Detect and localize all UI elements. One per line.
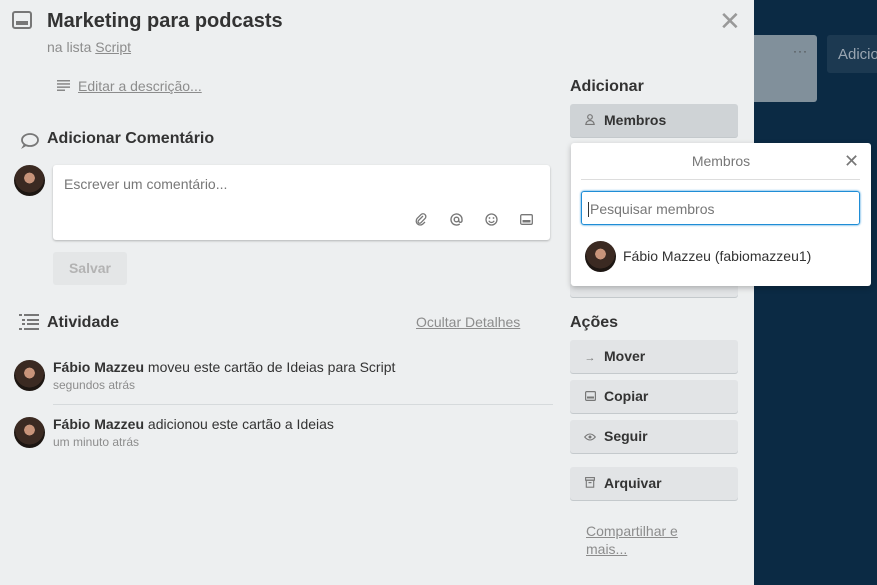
person-icon (584, 114, 596, 128)
activity-time[interactable]: um minuto atrás (53, 435, 139, 449)
close-icon[interactable]: ✕ (719, 8, 741, 34)
in-list-prefix: na lista (47, 39, 92, 55)
share-more-link[interactable]: Compartilhar e mais... (586, 522, 706, 558)
copy-button[interactable]: Copiar (570, 380, 738, 413)
move-label: Mover (604, 348, 646, 364)
divider (581, 179, 860, 180)
paperclip-icon[interactable] (411, 211, 431, 227)
list-breadcrumb: na lista Script (47, 39, 131, 55)
member-option[interactable]: Fábio Mazzeu (fabiomazzeu1) (623, 248, 811, 264)
archive-button[interactable]: Arquivar (570, 467, 738, 500)
actions-heading: Ações (570, 314, 619, 331)
follow-label: Seguir (604, 428, 648, 444)
search-members-input[interactable]: Pesquisar membros (581, 191, 860, 225)
move-button[interactable]: → Mover (570, 340, 738, 373)
members-popover: Membros ✕ Pesquisar membros Fábio Mazzeu… (571, 143, 871, 286)
comment-textarea[interactable]: Escrever um comentário... (53, 165, 550, 240)
archive-icon (584, 477, 596, 491)
add-heading: Adicionar (570, 78, 644, 95)
divider (53, 404, 553, 405)
eye-icon (583, 432, 597, 444)
avatar[interactable] (14, 360, 45, 391)
popover-title: Membros (691, 153, 751, 169)
hide-details-link[interactable]: Ocultar Detalhes (416, 314, 520, 330)
arrow-right-icon: → (584, 352, 596, 364)
card-menu-icon[interactable]: ··· (793, 44, 808, 58)
card-title[interactable]: Marketing para podcasts (47, 10, 283, 33)
activity-time[interactable]: segundos atrás (53, 378, 135, 392)
activity-action: moveu este cartão de Ideias para Script (147, 359, 396, 375)
edit-description-link[interactable]: Editar a descrição... (78, 78, 202, 94)
comment-placeholder: Escrever um comentário... (64, 176, 228, 192)
copy-label: Copiar (604, 388, 649, 404)
description-icon (57, 80, 70, 91)
activity-item: Fábio Mazzeu moveu este cartão de Ideias… (53, 359, 395, 375)
copy-icon (584, 391, 596, 404)
avatar[interactable] (585, 241, 616, 272)
save-button[interactable]: Salvar (53, 252, 127, 285)
activity-action: adicionou este cartão a Ideias (147, 416, 334, 432)
members-button-label: Membros (604, 112, 667, 128)
search-placeholder: Pesquisar membros (590, 201, 715, 217)
follow-button[interactable]: Seguir (570, 420, 738, 453)
card-icon (12, 11, 32, 29)
members-button[interactable]: Membros (570, 104, 738, 137)
activity-item: Fábio Mazzeu adicionou este cartão a Ide… (53, 416, 334, 432)
avatar[interactable] (14, 165, 45, 196)
activity-user[interactable]: Fábio Mazzeu (53, 359, 144, 375)
add-list-button[interactable]: Adicio (827, 35, 877, 73)
activity-icon (19, 314, 39, 330)
activity-heading: Atividade (47, 314, 120, 331)
add-comment-heading: Adicionar Comentário (47, 130, 215, 147)
list-link[interactable]: Script (95, 39, 131, 55)
card-icon[interactable] (516, 211, 536, 227)
archive-label: Arquivar (604, 475, 662, 491)
activity-user[interactable]: Fábio Mazzeu (53, 416, 144, 432)
comment-icon (21, 133, 39, 149)
avatar[interactable] (14, 417, 45, 448)
close-icon[interactable]: ✕ (844, 151, 859, 172)
emoji-icon[interactable] (481, 211, 501, 227)
card-detail-modal: Marketing para podcasts na lista Script … (0, 0, 754, 585)
mention-icon[interactable] (446, 211, 466, 227)
